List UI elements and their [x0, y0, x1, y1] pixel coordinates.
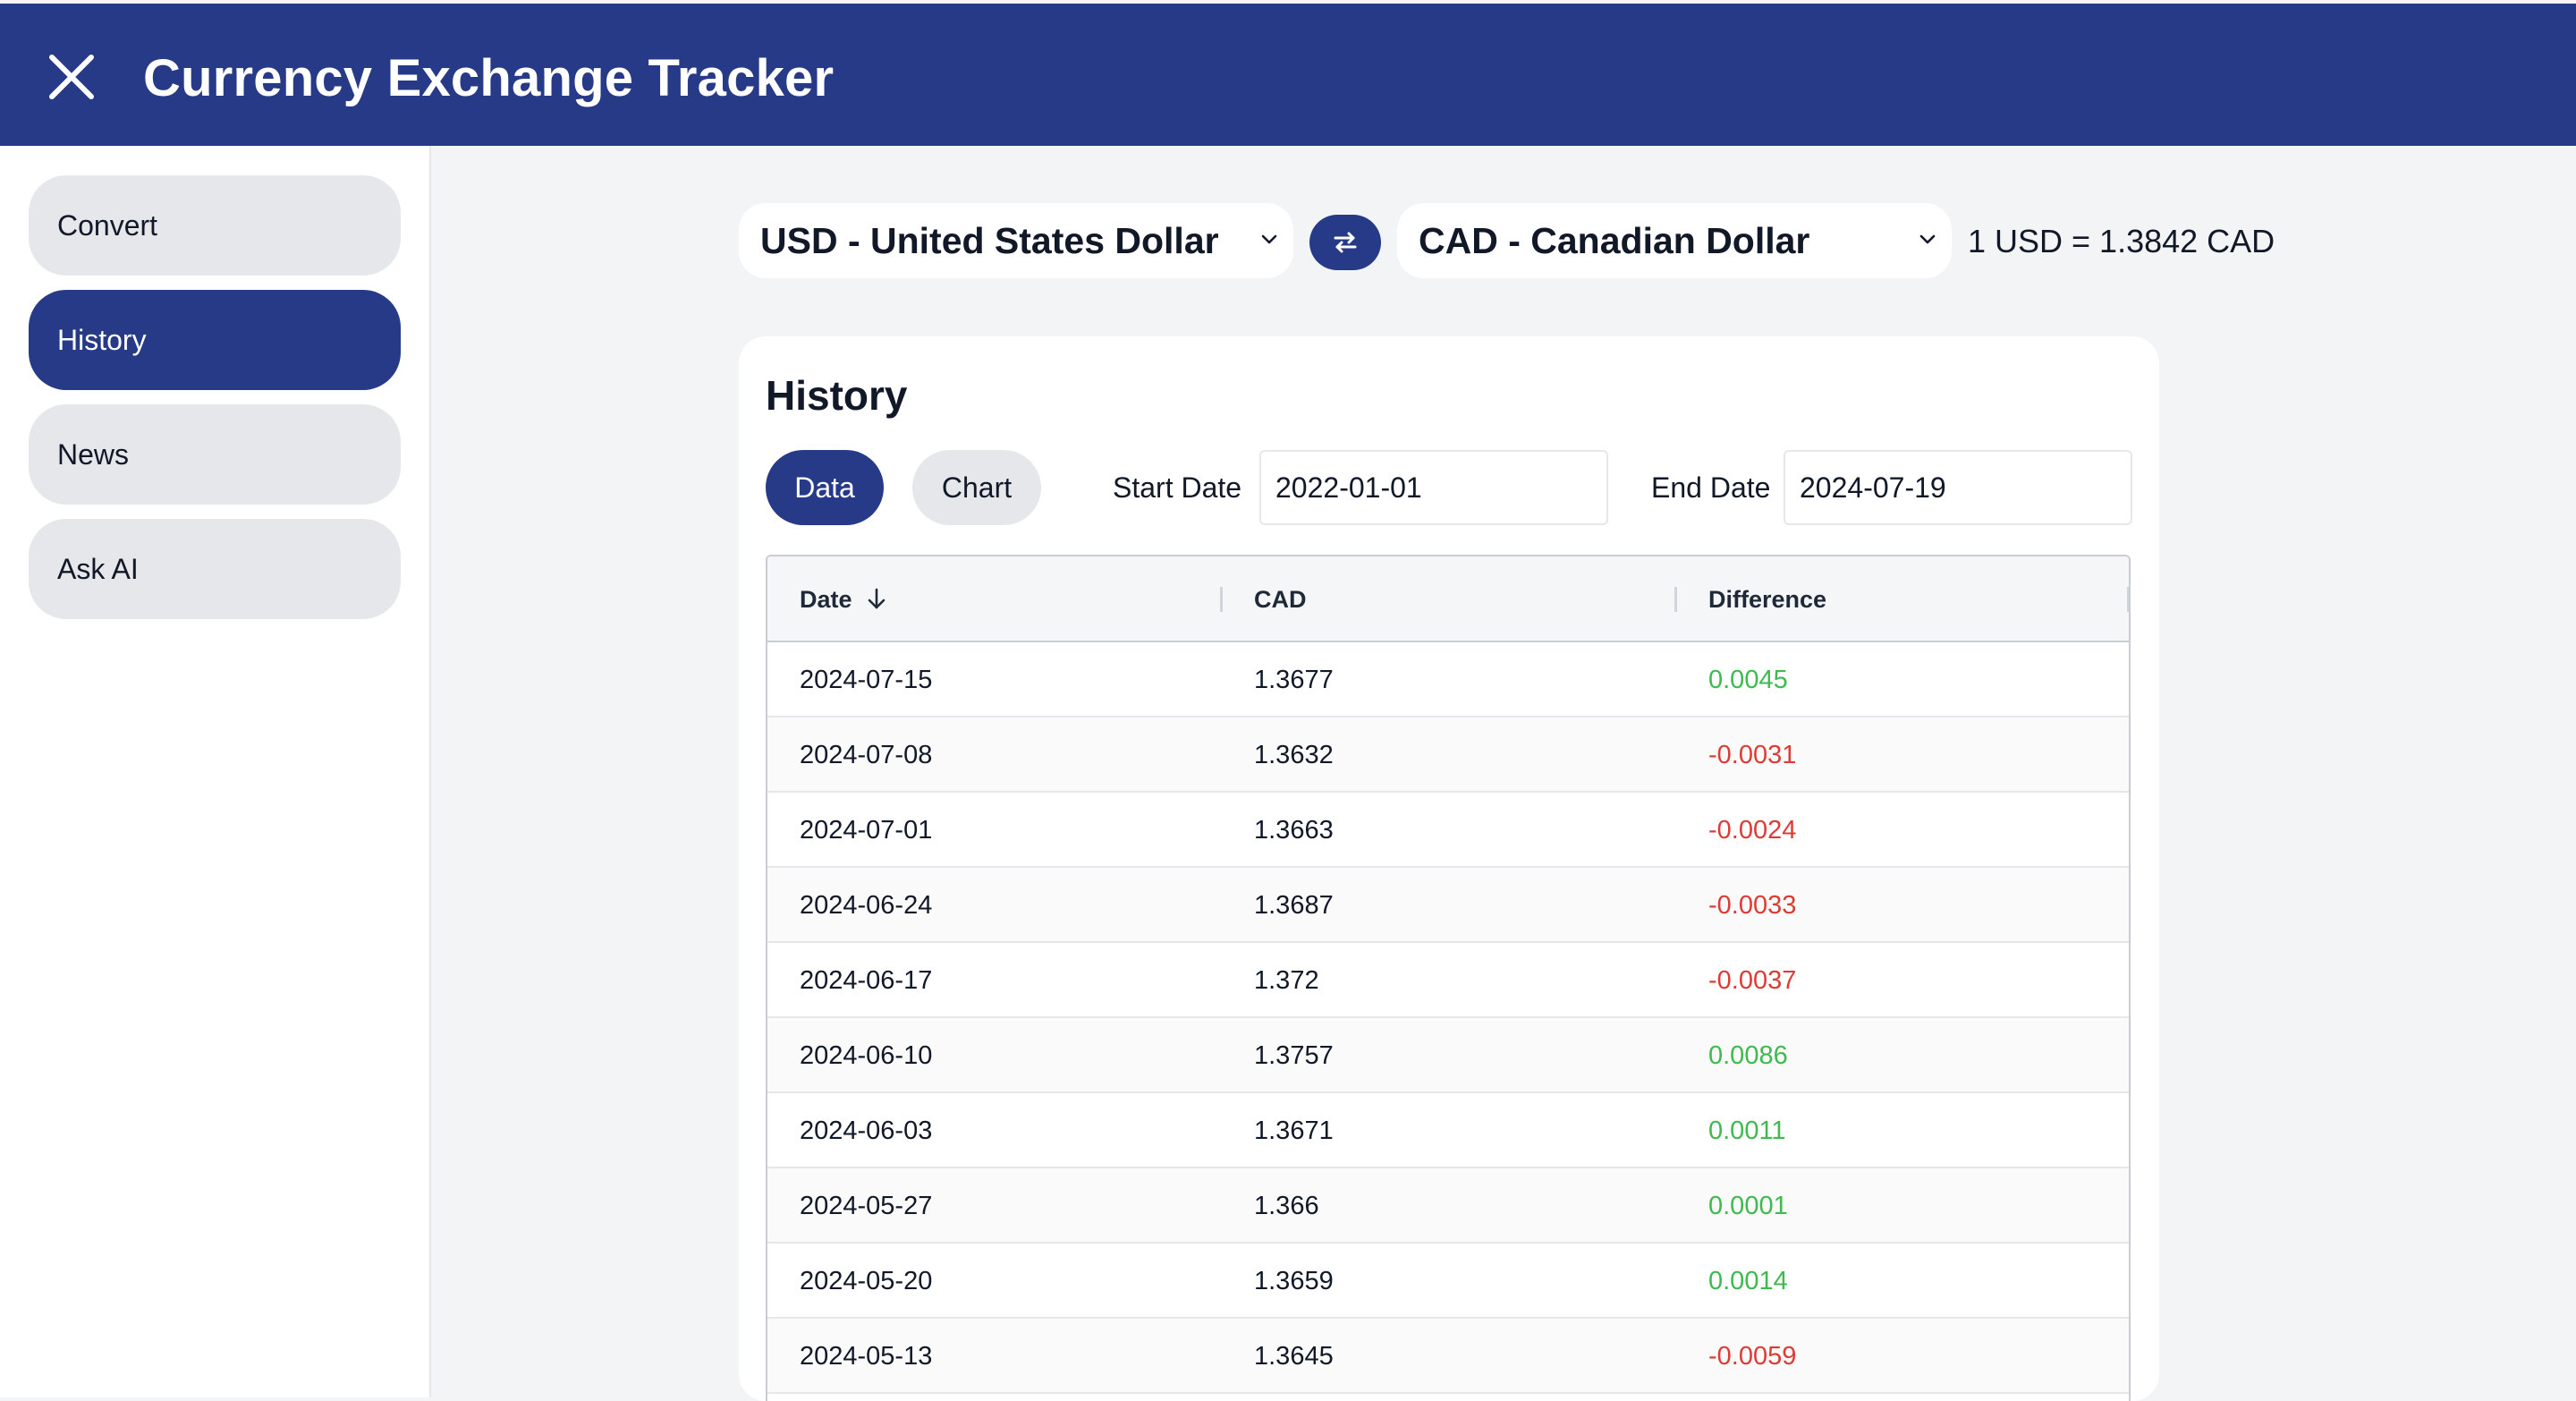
column-header-date[interactable]: Date: [800, 556, 888, 642]
table-row[interactable]: 2024-05-13 1.3645 -0.0059: [767, 1319, 2129, 1394]
sidebar-item-label: Ask AI: [57, 552, 139, 585]
cell-date: 2024-07-01: [800, 815, 933, 845]
table-row[interactable]: 2024-06-24 1.3687 -0.0033: [767, 868, 2129, 943]
app-title: Currency Exchange Tracker: [143, 49, 835, 107]
from-currency-value: USD - United States Dollar: [760, 219, 1219, 261]
cell-cad: 1.3677: [1254, 665, 1334, 694]
table-row[interactable]: 2024-07-15 1.3677 0.0045: [767, 642, 2129, 717]
history-card: History Data Chart Start Date End Date D…: [739, 336, 2159, 1401]
app-header: Currency Exchange Tracker: [0, 4, 2576, 146]
history-title: History: [766, 372, 908, 419]
tab-label: Chart: [941, 471, 1013, 504]
cell-date: 2024-07-08: [800, 740, 933, 769]
to-currency-select[interactable]: CAD - Canadian Dollar: [1397, 203, 1952, 278]
cell-cad: 1.3632: [1254, 740, 1334, 769]
cell-difference: 0.0045: [1708, 665, 1788, 694]
cell-difference: -0.0059: [1708, 1341, 1797, 1371]
table-row[interactable]: 2024-06-10 1.3757 0.0086: [767, 1018, 2129, 1093]
cell-date: 2024-05-27: [800, 1191, 933, 1220]
column-resize-handle[interactable]: [1674, 587, 1677, 612]
cell-date: 2024-06-03: [800, 1116, 933, 1145]
cell-cad: 1.372: [1254, 965, 1319, 995]
column-header-difference[interactable]: Difference: [1708, 556, 1826, 642]
table-row[interactable]: 2024-06-03 1.3671 0.0011: [767, 1093, 2129, 1168]
sidebar-item-label: History: [57, 323, 147, 356]
column-header-label: CAD: [1254, 585, 1307, 613]
chevron-down-icon: [1919, 234, 1936, 244]
sidebar-item-label: News: [57, 437, 130, 471]
cell-cad: 1.3687: [1254, 890, 1334, 920]
table-row[interactable]: 2024-05-27 1.366 0.0001: [767, 1168, 2129, 1244]
column-header-cad[interactable]: CAD: [1254, 556, 1307, 642]
from-currency-select[interactable]: USD - United States Dollar: [739, 203, 1293, 278]
sidebar-item-news[interactable]: News: [29, 404, 401, 505]
cell-difference: 0.0011: [1708, 1116, 1786, 1145]
cell-difference: -0.0024: [1708, 815, 1797, 845]
cell-difference: 0.0086: [1708, 1040, 1788, 1070]
to-currency-value: CAD - Canadian Dollar: [1419, 219, 1810, 261]
cell-date: 2024-06-10: [800, 1040, 933, 1070]
start-date-input[interactable]: [1259, 450, 1608, 525]
history-table: Date CAD Difference 2024-07-15 1.3677 0.00…: [766, 555, 2131, 1401]
sidebar-item-ask-ai[interactable]: Ask AI: [29, 519, 401, 619]
cell-date: 2024-05-20: [800, 1266, 933, 1295]
table-row[interactable]: 2024-06-17 1.372 -0.0037: [767, 943, 2129, 1018]
cell-cad: 1.3645: [1254, 1341, 1334, 1371]
cell-cad: 1.366: [1254, 1191, 1319, 1220]
cell-cad: 1.3663: [1254, 815, 1334, 845]
sidebar: Convert History News Ask AI: [0, 146, 431, 1397]
swap-arrows-icon: [1334, 232, 1357, 253]
tab-data[interactable]: Data: [766, 450, 884, 525]
sidebar-item-convert[interactable]: Convert: [29, 175, 401, 276]
cell-date: 2024-05-13: [800, 1341, 933, 1371]
chevron-down-icon: [1261, 234, 1277, 244]
tab-chart[interactable]: Chart: [912, 450, 1041, 525]
exchange-rate-text: 1 USD = 1.3842 CAD: [1968, 223, 2275, 259]
end-date-label: End Date: [1651, 471, 1771, 504]
table-row[interactable]: 2024-07-08 1.3632 -0.0031: [767, 717, 2129, 793]
column-header-label: Date: [800, 585, 852, 613]
column-resize-handle[interactable]: [2127, 587, 2129, 612]
cell-date: 2024-06-24: [800, 890, 933, 920]
cell-date: 2024-07-15: [800, 665, 933, 694]
sidebar-item-label: Convert: [57, 208, 158, 242]
end-date-input[interactable]: [1784, 450, 2132, 525]
close-icon[interactable]: [47, 52, 97, 102]
cell-date: 2024-06-17: [800, 965, 933, 995]
sidebar-item-history[interactable]: History: [29, 290, 401, 390]
table-header: Date CAD Difference: [767, 556, 2129, 642]
cell-difference: -0.0033: [1708, 890, 1797, 920]
cell-difference: 0.0001: [1708, 1191, 1788, 1220]
cell-cad: 1.3659: [1254, 1266, 1334, 1295]
cell-cad: 1.3757: [1254, 1040, 1334, 1070]
arrow-down-icon: [868, 588, 885, 609]
start-date-label: Start Date: [1113, 471, 1242, 504]
swap-currencies-button[interactable]: [1309, 215, 1381, 270]
cell-difference: 0.0014: [1708, 1266, 1788, 1295]
cell-difference: -0.0031: [1708, 740, 1797, 769]
cell-cad: 1.3671: [1254, 1116, 1334, 1145]
table-row[interactable]: 2024-07-01 1.3663 -0.0024: [767, 793, 2129, 868]
tab-label: Data: [794, 471, 855, 504]
table-row[interactable]: 2024-05-20 1.3659 0.0014: [767, 1244, 2129, 1319]
cell-difference: -0.0037: [1708, 965, 1797, 995]
column-header-label: Difference: [1708, 585, 1827, 613]
column-resize-handle[interactable]: [1220, 587, 1223, 612]
